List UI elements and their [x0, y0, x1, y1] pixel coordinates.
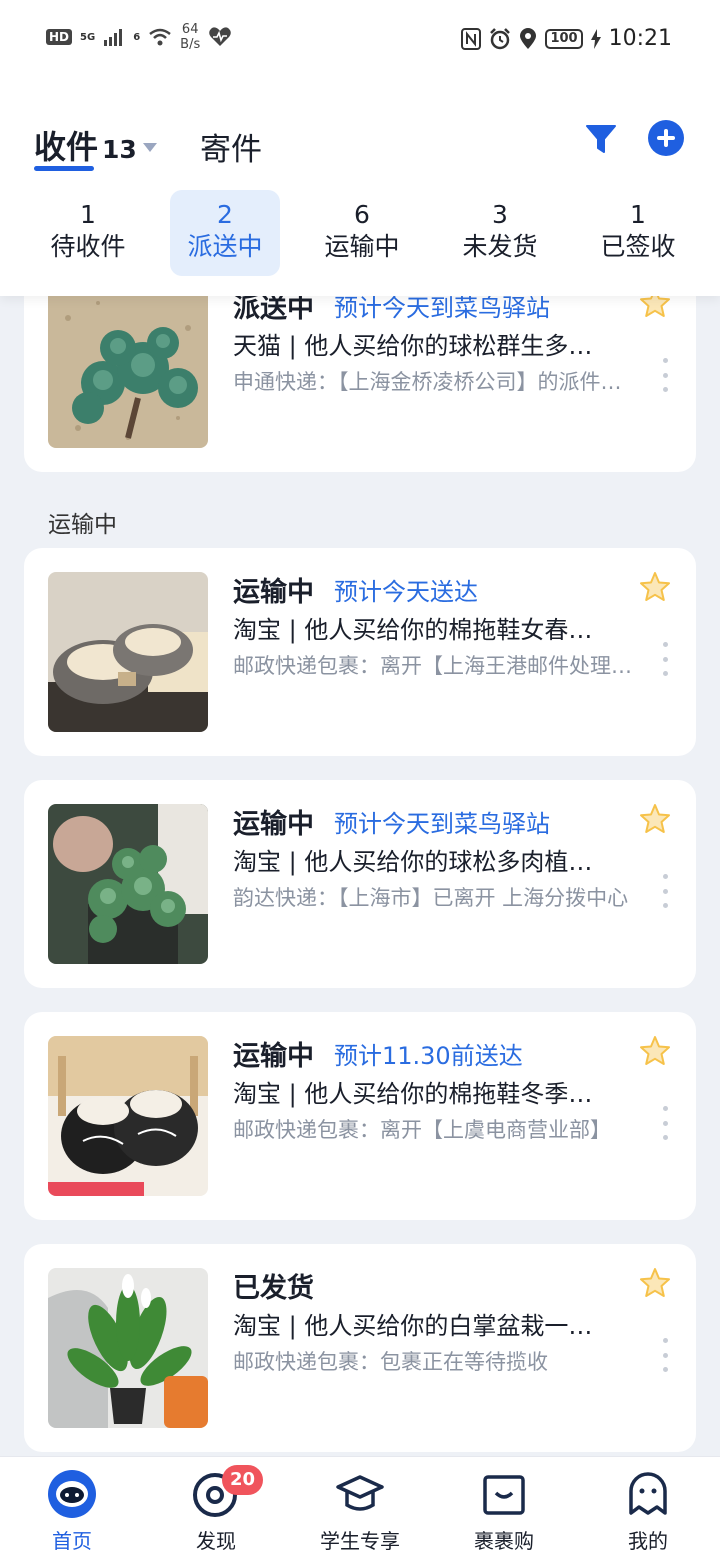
notification-badge: 20 — [222, 1465, 264, 1495]
nfc-icon — [461, 27, 482, 50]
filter-pending-pickup[interactable]: 1 待收件 — [33, 190, 143, 276]
section-title-in-transit: 运输中 — [48, 512, 117, 538]
package-status: 运输中 — [233, 577, 314, 608]
filter-count: 1 — [630, 200, 646, 229]
signal-icon — [104, 29, 123, 46]
more-options-icon[interactable] — [658, 642, 672, 676]
profile-icon — [629, 1472, 667, 1515]
signal-6-label: 6 — [133, 31, 141, 43]
package-eta: 预计11.30前送达 — [334, 1042, 523, 1070]
more-options-icon[interactable] — [658, 358, 672, 392]
package-title: 淘宝 | 他人买给你的白掌盆栽一帆风顺 — [233, 1312, 613, 1340]
filter-label: 运输中 — [324, 232, 400, 261]
package-tracking: 韵达快递：【上海市】已离开 上海分拨中心 — [233, 886, 629, 910]
filter-icon[interactable] — [584, 122, 618, 156]
package-card[interactable]: 运输中 预计11.30前送达 淘宝 | 他人买给你的棉拖鞋冬季男女 邮政快递包裹… — [24, 1012, 696, 1220]
filter-count: 3 — [492, 200, 508, 229]
tab-label: 首页 — [52, 1529, 92, 1553]
package-tracking: 邮政快递包裹：包裹正在等待揽收 — [233, 1350, 548, 1374]
home-mascot-icon — [48, 1470, 96, 1518]
star-icon[interactable] — [638, 1034, 672, 1068]
charging-icon — [590, 28, 601, 49]
product-image-succulent-cluster — [48, 288, 208, 448]
package-title: 淘宝 | 他人买给你的棉拖鞋女春秋季 — [233, 616, 613, 644]
status-filter-bar: 1 待收件 2 派送中 6 运输中 3 未发货 1 已签收 — [0, 190, 720, 276]
more-options-icon[interactable] — [658, 874, 672, 908]
heart-health-icon — [209, 27, 232, 46]
star-icon[interactable] — [638, 802, 672, 836]
status-left: HD 5G 6 64 B/s — [46, 22, 232, 52]
signal-5g-label: 5G — [80, 31, 96, 43]
tab-label: 裹裹购 — [474, 1529, 534, 1553]
status-bar: HD 5G 6 64 B/s 100 10:21 — [0, 0, 720, 82]
filter-count: 1 — [80, 200, 96, 229]
filter-delivering[interactable]: 2 派送中 — [170, 190, 280, 276]
tab-me[interactable]: 我的 — [576, 1457, 720, 1560]
tab-discover[interactable]: 20 发现 — [144, 1457, 288, 1560]
tab-home[interactable]: 首页 — [0, 1457, 144, 1560]
chevron-down-icon — [142, 143, 157, 152]
speed-value: 64 — [181, 22, 199, 37]
package-tracking: 申通快递：【上海金桥凌桥公司】的派件员正在派件 — [233, 370, 633, 394]
graduation-cap-icon — [336, 1475, 384, 1511]
bottom-tab-bar: 首页 20 发现 学生专享 裹裹购 我的 — [0, 1456, 720, 1560]
filter-in-transit[interactable]: 6 运输中 — [307, 190, 417, 276]
tab-label: 发现 — [196, 1529, 236, 1553]
clock: 10:21 — [608, 26, 672, 51]
package-title: 天猫 | 他人买给你的球松群生多肉植物 — [233, 332, 613, 360]
filter-not-shipped[interactable]: 3 未发货 — [445, 190, 555, 276]
package-eta: 预计今天到菜鸟驿站 — [334, 810, 550, 838]
tab-label: 学生专享 — [320, 1529, 400, 1553]
package-title: 淘宝 | 他人买给你的球松多肉植物盆栽 — [233, 848, 613, 876]
header: 收件 13 寄件 1 待收件 2 派送中 6 运输中 3 未发货 1 已签收 — [0, 82, 720, 296]
tab-student[interactable]: 学生专享 — [288, 1457, 432, 1560]
alarm-icon — [490, 27, 511, 49]
product-image-slippers-black — [48, 1036, 208, 1196]
package-tracking: 邮政快递包裹：离开【上虞电商营业部】 — [233, 1118, 611, 1142]
filter-label: 待收件 — [50, 232, 126, 261]
location-icon — [520, 27, 537, 49]
wifi-icon — [149, 28, 171, 46]
tab-label: 我的 — [628, 1529, 668, 1553]
package-card[interactable]: 已发货 淘宝 | 他人买给你的白掌盆栽一帆风顺 邮政快递包裹：包裹正在等待揽收 — [24, 1244, 696, 1452]
package-card[interactable]: 运输中 预计今天到菜鸟驿站 淘宝 | 他人买给你的球松多肉植物盆栽 韵达快递：【… — [24, 780, 696, 988]
star-icon[interactable] — [638, 1266, 672, 1300]
filter-label: 未发货 — [462, 232, 538, 261]
filter-label: 已签收 — [600, 232, 676, 261]
tab-received-count: 13 — [102, 135, 137, 164]
speed-unit: B/s — [180, 37, 201, 52]
active-tab-indicator — [34, 166, 94, 171]
package-tracking: 邮政快递包裹：离开【上海王港邮件处理中心】 — [233, 654, 633, 678]
product-image-succulent-pot — [48, 804, 208, 964]
package-card[interactable]: 运输中 预计今天送达 淘宝 | 他人买给你的棉拖鞋女春秋季 邮政快递包裹：离开【… — [24, 548, 696, 756]
tab-received[interactable]: 收件 13 — [34, 122, 157, 168]
package-status: 运输中 — [233, 1041, 314, 1072]
hd-indicator: HD — [46, 29, 73, 45]
add-package-button[interactable] — [648, 120, 684, 156]
package-status: 运输中 — [233, 809, 314, 840]
product-image-slippers-grey — [48, 572, 208, 732]
battery-indicator: 100 — [545, 28, 583, 49]
star-icon[interactable] — [638, 570, 672, 604]
shopping-box-icon — [483, 1475, 525, 1515]
network-speed: 64 B/s — [180, 22, 200, 52]
status-right: 100 10:21 — [461, 26, 672, 51]
filter-count: 6 — [354, 200, 370, 229]
filter-count: 2 — [217, 200, 233, 229]
tab-received-label: 收件 — [34, 128, 99, 166]
package-eta: 预计今天送达 — [334, 578, 478, 606]
tab-shop[interactable]: 裹裹购 — [432, 1457, 576, 1560]
tab-sent[interactable]: 寄件 — [200, 124, 262, 169]
filter-signed[interactable]: 1 已签收 — [583, 190, 693, 276]
package-title: 淘宝 | 他人买给你的棉拖鞋冬季男女 — [233, 1080, 613, 1108]
more-options-icon[interactable] — [658, 1338, 672, 1372]
more-options-icon[interactable] — [658, 1106, 672, 1140]
product-image-peace-lily — [48, 1268, 208, 1428]
package-status: 已发货 — [233, 1273, 314, 1304]
filter-label: 派送中 — [187, 232, 263, 261]
